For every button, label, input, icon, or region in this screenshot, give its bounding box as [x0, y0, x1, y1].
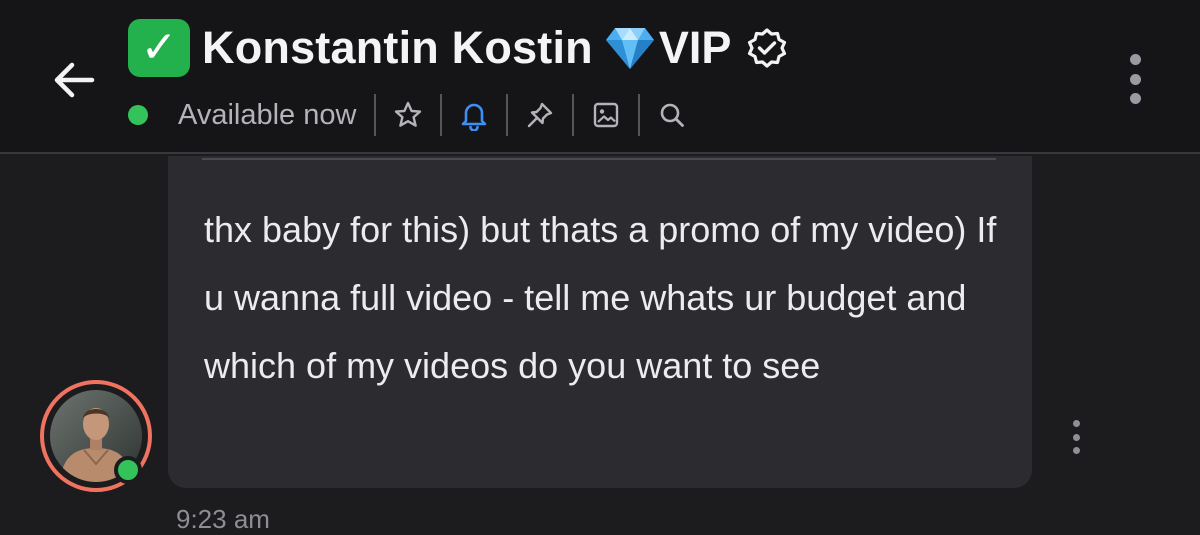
search-icon: [661, 103, 685, 127]
notifications-button[interactable]: [442, 92, 506, 138]
verified-badge-icon: [745, 26, 789, 70]
status-text: Available now: [178, 98, 357, 131]
message-bubble[interactable]: thx baby for this) but thats a promo of …: [168, 156, 1032, 488]
chat-title[interactable]: ✓ Konstantin Kostin VIP: [128, 16, 789, 80]
avatar-online-dot: [114, 456, 142, 484]
media-button[interactable]: [574, 92, 638, 138]
favorite-button[interactable]: [376, 92, 440, 138]
status-toolbar: Available now: [128, 92, 704, 138]
gem-stone-icon: [605, 26, 655, 70]
more-vertical-icon[interactable]: [1120, 54, 1150, 104]
online-status-dot: [128, 105, 148, 125]
pin-button[interactable]: [508, 92, 572, 138]
chat-header: ✓ Konstantin Kostin VIP Available now: [0, 0, 1200, 154]
image-icon: [594, 102, 619, 128]
search-button[interactable]: [640, 92, 704, 138]
contact-name: Konstantin Kostin: [202, 22, 593, 73]
message-text: thx baby for this) but thats a promo of …: [204, 209, 997, 386]
vip-label: VIP: [658, 22, 732, 73]
message-more-vertical-icon[interactable]: [1068, 420, 1084, 454]
message-timestamp: 9:23 am: [176, 504, 270, 534]
back-button[interactable]: [44, 50, 104, 110]
bubble-divider: [202, 158, 996, 160]
check-mark-button-icon: ✓: [128, 19, 190, 77]
bell-icon: [462, 103, 487, 131]
arrow-left-icon: [54, 62, 95, 98]
pin-icon: [528, 102, 553, 128]
star-icon: [395, 101, 422, 127]
